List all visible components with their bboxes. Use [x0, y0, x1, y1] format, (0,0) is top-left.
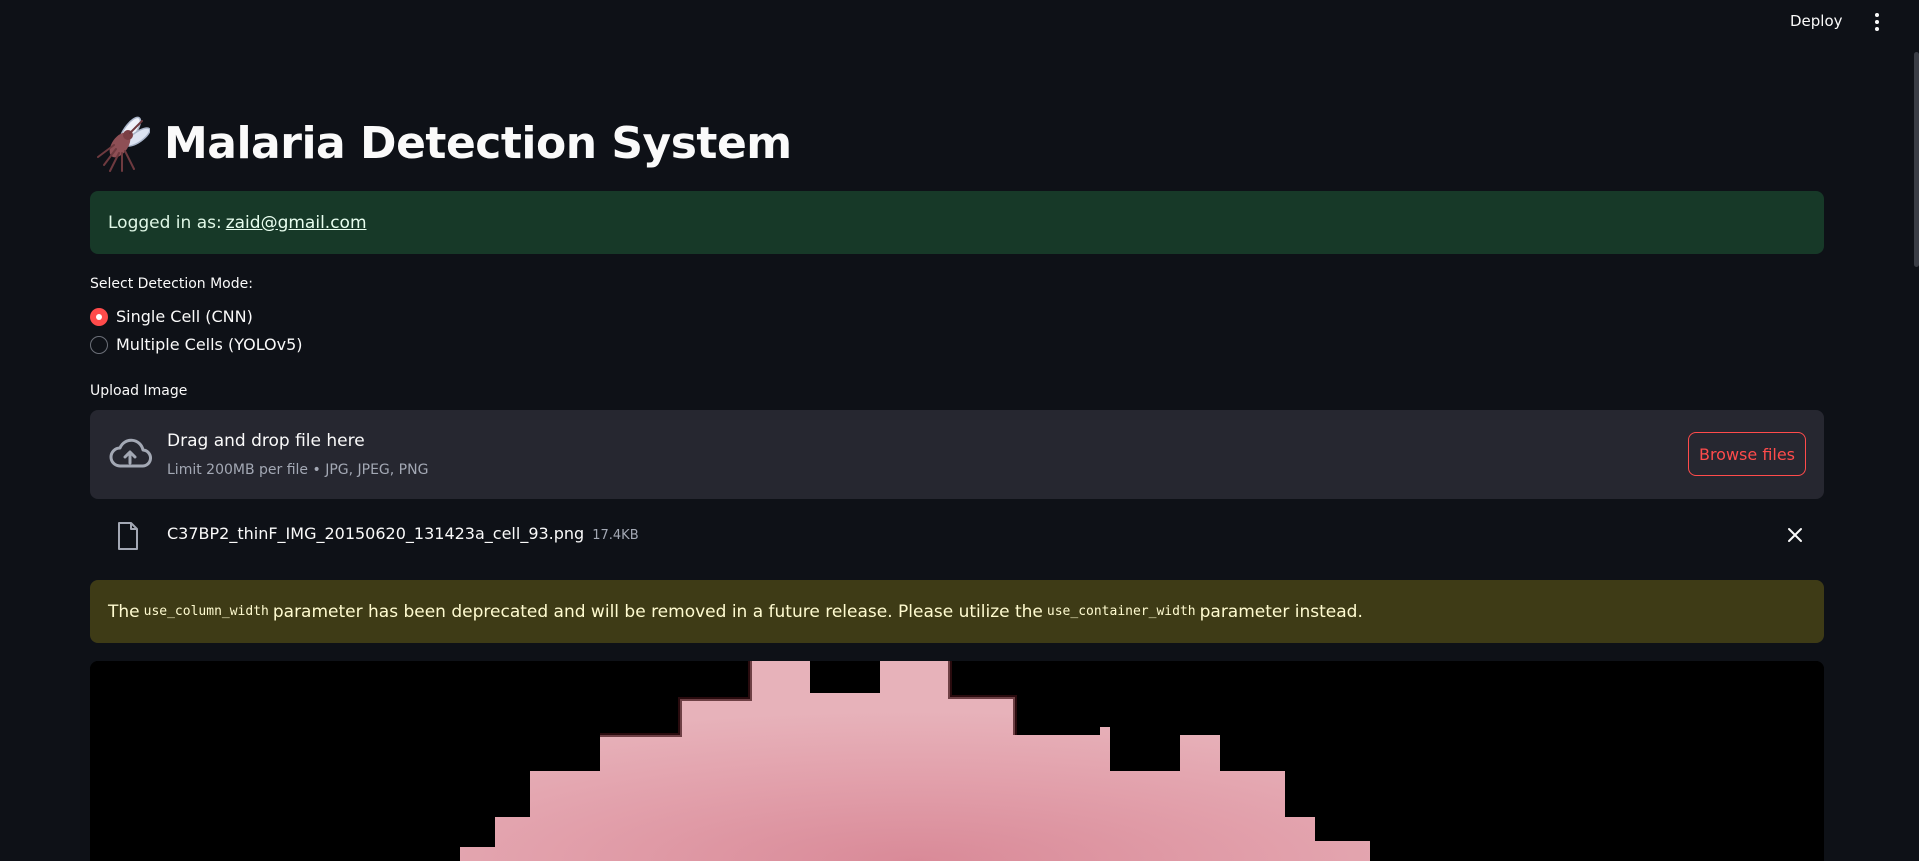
file-icon	[118, 522, 138, 550]
radio-label: Single Cell (CNN)	[116, 307, 253, 326]
detection-mode-label: Select Detection Mode:	[90, 276, 253, 292]
file-name: C37BP2_thinF_IMG_20150620_131423a_cell_9…	[167, 524, 639, 543]
deploy-button[interactable]: Deploy	[1790, 12, 1843, 30]
dropzone-title: Drag and drop file here	[167, 431, 365, 451]
radio-label: Multiple Cells (YOLOv5)	[116, 335, 303, 354]
browse-files-button[interactable]: Browse files	[1688, 432, 1806, 476]
cloud-upload-icon	[109, 438, 152, 468]
cell-image	[90, 661, 1824, 861]
file-size: 17.4KB	[592, 528, 639, 543]
radio-selected-indicator[interactable]	[90, 307, 108, 326]
file-name-text: C37BP2_thinF_IMG_20150620_131423a_cell_9…	[167, 524, 585, 543]
close-icon[interactable]	[1786, 526, 1804, 544]
radio-single-cell[interactable]: Single Cell (CNN)	[90, 307, 253, 326]
radio-multiple-cells[interactable]: Multiple Cells (YOLOv5)	[90, 335, 303, 354]
cell-image-preview	[90, 661, 1824, 861]
dropzone-subtitle: Limit 200MB per file • JPG, JPEG, PNG	[167, 462, 429, 478]
login-status-banner: Logged in as: zaid@gmail.com	[90, 191, 1824, 254]
page-title: Malaria Detection System	[92, 108, 792, 178]
vertical-ellipsis-icon[interactable]	[1869, 11, 1885, 33]
uploaded-file-row: C37BP2_thinF_IMG_20150620_131423a_cell_9…	[90, 515, 1824, 555]
radio-unselected-indicator[interactable]	[90, 335, 108, 354]
upload-label: Upload Image	[90, 383, 188, 399]
warning-text-3: parameter instead.	[1199, 601, 1363, 622]
page-title-text: Malaria Detection System	[164, 117, 792, 169]
warning-code-2: use_container_width	[1046, 604, 1196, 619]
warning-text-2: parameter has been deprecated and will b…	[272, 601, 1043, 622]
login-prefix: Logged in as:	[108, 212, 222, 233]
deprecation-warning: The use_column_width parameter has been …	[90, 580, 1824, 643]
mosquito-icon	[97, 116, 150, 172]
file-dropzone[interactable]: Drag and drop file here Limit 200MB per …	[90, 410, 1824, 499]
warning-code-1: use_column_width	[143, 604, 269, 619]
scrollbar[interactable]	[1914, 52, 1919, 267]
top-toolbar: Deploy	[0, 0, 1919, 46]
user-email-link[interactable]: zaid@gmail.com	[226, 213, 367, 233]
warning-text-1: The	[108, 601, 140, 622]
